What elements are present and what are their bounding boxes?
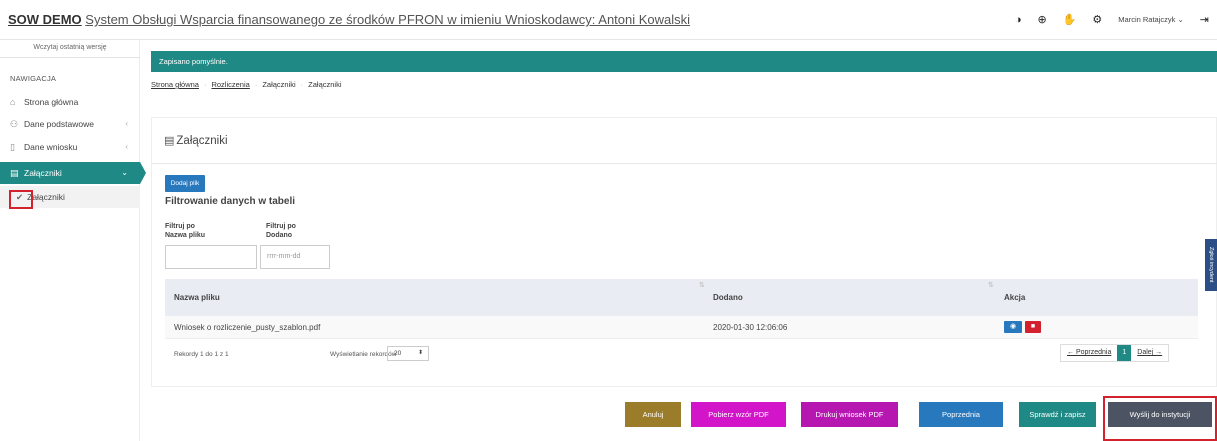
sidebar-item-attachments[interactable]: ▤ Załączniki ⌄	[0, 162, 140, 184]
filter-name-label: Filtruj po Nazwa pliku	[165, 222, 205, 240]
success-alert: Zapisano pomyślnie.	[151, 51, 1217, 72]
chevron-left-icon: ‹	[125, 142, 128, 151]
filter-title: Filtrowanie danych w tabeli	[165, 196, 296, 207]
breadcrumb-settlements[interactable]: Rozliczenia	[211, 80, 249, 89]
highlight-box	[1103, 396, 1217, 441]
users-icon: ⚇	[10, 119, 19, 129]
document-icon: ▤	[164, 135, 175, 147]
settings-icon[interactable]: ⚙	[1092, 13, 1102, 26]
per-page-select[interactable]: 20 ⬍	[387, 346, 429, 361]
print-application-pdf-button[interactable]: Drukuj wniosek PDF	[801, 402, 898, 427]
chevron-down-icon: ⌄	[121, 168, 128, 177]
sidebar-item-label: Załączniki	[24, 168, 62, 178]
pagination-next[interactable]: Dalej →	[1131, 345, 1168, 361]
filter-date-label-line2: Dodano	[266, 232, 293, 239]
select-caret-icon: ⬍	[417, 350, 423, 356]
home-icon: ⌂	[10, 97, 16, 107]
file-icon: ▯	[10, 142, 15, 152]
pagination: ← Poprzednia 1 Dalej →	[1060, 344, 1170, 362]
column-header-action: Akcja	[1004, 293, 1026, 302]
chevron-left-icon: ‹	[125, 119, 128, 128]
load-last-version-link[interactable]: Wczytaj ostatnią wersję	[0, 40, 140, 58]
cell-added: 2020-01-30 12:06:06	[713, 323, 788, 332]
view-eye-icon[interactable]: ◉	[1004, 321, 1022, 333]
cell-filename: Wniosek o rozliczenie_pusty_szablon.pdf	[174, 323, 321, 332]
logout-icon[interactable]: ⇥	[1200, 13, 1209, 26]
app-title-rest[interactable]: System Obsługi Wsparcia finansowanego ze…	[85, 12, 690, 27]
breadcrumb-current: Załączniki	[308, 80, 342, 89]
active-pointer	[140, 162, 146, 184]
nav-label: NAWIGACJA	[10, 74, 57, 83]
pagination-prev[interactable]: ← Poprzednia	[1061, 345, 1117, 361]
sidebar-item-label: Dane podstawowe	[24, 119, 94, 129]
filter-name-label-line2: Nazwa pliku	[165, 232, 206, 239]
filter-name-input[interactable]	[165, 245, 257, 269]
app-title-bold[interactable]: SOW DEMO	[8, 12, 82, 27]
breadcrumb-home[interactable]: Strona główna	[151, 80, 199, 89]
top-bar: SOW DEMO System Obsługi Wsparcia finanso…	[0, 0, 1217, 40]
user-name[interactable]: Marcin Ratajczyk	[1118, 15, 1175, 24]
sidebar-item-label: Dane wniosku	[24, 142, 78, 152]
previous-button[interactable]: Poprzednia	[919, 402, 1003, 427]
sidebar-item-home[interactable]: ⌂ Strona główna	[0, 91, 140, 113]
breadcrumb-separator: ·	[300, 80, 304, 89]
filter-date-label-line1: Filtruj po	[266, 223, 296, 230]
attachments-panel: ▤ Załączniki Dodaj plik Filtrowanie danyc…	[151, 117, 1217, 387]
download-pdf-template-button[interactable]: Pobierz wzór PDF	[691, 402, 786, 427]
sidebar-item-application-data[interactable]: ▯ Dane wniosku ‹	[0, 136, 140, 158]
column-header-filename[interactable]: Nazwa pliku	[174, 293, 220, 302]
header-tools: ◑ ⊕ ✋ ⚙ Marcin Ratajczyk ⌄ ⇥	[1015, 13, 1209, 27]
sort-icon[interactable]: ⇅	[699, 281, 705, 289]
column-header-added[interactable]: Dodano	[713, 293, 743, 302]
sidebar-item-label: Strona główna	[24, 97, 79, 107]
delete-trash-icon[interactable]: ■	[1025, 321, 1041, 333]
table-row: Wniosek o rozliczenie_pusty_szablon.pdf …	[165, 316, 1198, 339]
records-info: Rekordy 1 do 1 z 1	[174, 351, 229, 358]
breadcrumb-separator: ·	[254, 80, 258, 89]
highlight-box	[9, 190, 33, 209]
breadcrumb-attachments: Załączniki	[262, 80, 296, 89]
check-and-save-button[interactable]: Sprawdź i zapisz	[1019, 402, 1096, 427]
zoom-icon[interactable]: ⊕	[1037, 13, 1046, 26]
divider	[152, 163, 1217, 164]
cancel-button[interactable]: Anuluj	[625, 402, 681, 427]
filter-date-label: Filtruj po Dodano	[266, 222, 296, 240]
per-page-value: 20	[394, 350, 402, 357]
user-menu[interactable]: Marcin Ratajczyk ⌄	[1118, 15, 1184, 24]
breadcrumb-separator: ·	[203, 80, 207, 89]
breadcrumb: Strona główna · Rozliczenia · Załączniki · Zał…	[151, 80, 342, 89]
pagination-current[interactable]: 1	[1117, 345, 1132, 361]
user-chevron-icon[interactable]: ⌄	[1177, 15, 1183, 24]
filter-date-input[interactable]: rrrr-mm-dd	[260, 245, 330, 269]
contrast-icon[interactable]: ◑	[1015, 14, 1022, 26]
app-title[interactable]: SOW DEMO System Obsługi Wsparcia finanso…	[8, 12, 690, 27]
table-header: Nazwa pliku ⇅ Dodano ⇅ Akcja	[165, 279, 1198, 316]
sign-language-icon[interactable]: ✋	[1063, 13, 1077, 26]
panel-title-text: Załączniki	[176, 135, 228, 147]
panel-title: ▤ Załączniki	[164, 134, 228, 147]
filter-name-label-line1: Filtruj po	[165, 223, 195, 230]
sort-icon[interactable]: ⇅	[988, 281, 994, 289]
document-icon: ▤	[10, 168, 19, 178]
sidebar: Wczytaj ostatnią wersję NAWIGACJA ⌂ Stron…	[0, 40, 146, 441]
add-file-button[interactable]: Dodaj plik	[165, 175, 205, 192]
sidebar-item-basic-data[interactable]: ⚇ Dane podstawowe ‹	[0, 113, 140, 135]
report-incident-tab[interactable]: Zgłoś incydent	[1205, 239, 1217, 291]
